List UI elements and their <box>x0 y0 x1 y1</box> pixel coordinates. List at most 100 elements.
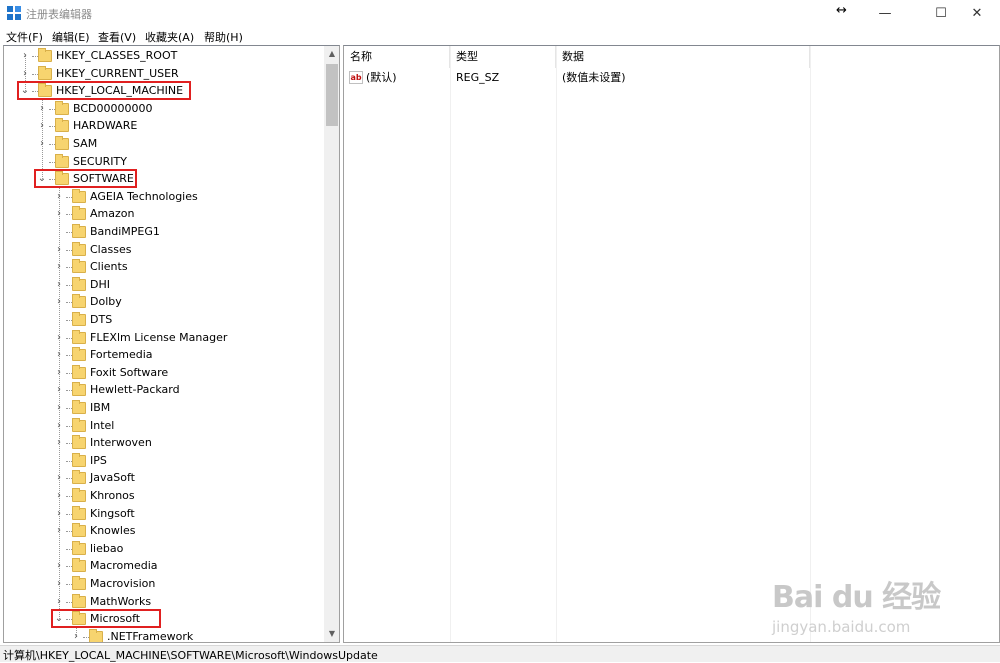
tree-node-label[interactable]: BCD00000000 <box>73 100 153 118</box>
tree-node[interactable]: IPS <box>54 452 334 470</box>
tree-node-label[interactable]: SECURITY <box>73 153 127 171</box>
tree-node-label[interactable]: FLEXlm License Manager <box>90 329 227 347</box>
expand-chevron-icon[interactable]: › <box>54 241 64 259</box>
tree-node-label[interactable]: liebao <box>90 540 123 558</box>
menu-help[interactable]: 帮助(H) <box>204 29 243 45</box>
expand-chevron-icon[interactable]: › <box>71 628 81 642</box>
menu-view[interactable]: 查看(V) <box>98 29 136 45</box>
tree-node-label[interactable]: Interwoven <box>90 434 152 452</box>
tree-node[interactable]: › .NETFramework <box>71 628 339 642</box>
tree-node[interactable]: › Classes <box>54 241 334 259</box>
tree-node-label[interactable]: IBM <box>90 399 110 417</box>
tree-node[interactable]: liebao <box>54 540 334 558</box>
tree-node[interactable]: SECURITY <box>37 153 317 171</box>
tree-node[interactable]: › Knowles <box>54 522 334 540</box>
expand-chevron-icon[interactable]: › <box>54 346 64 364</box>
tree-node-label[interactable]: DTS <box>90 311 112 329</box>
tree-node-label[interactable]: Intel <box>90 417 114 435</box>
column-data-header[interactable]: 数据 <box>556 46 810 68</box>
tree-node[interactable]: › SAM <box>37 135 317 153</box>
tree-node-label[interactable]: Macromedia <box>90 557 158 575</box>
tree-node-label[interactable]: Khronos <box>90 487 135 505</box>
tree-node[interactable]: › BCD00000000 <box>37 100 317 118</box>
expand-chevron-icon[interactable]: › <box>54 188 64 206</box>
tree-node-label[interactable]: IPS <box>90 452 107 470</box>
minimize-button[interactable]: — <box>862 0 908 27</box>
tree-node[interactable]: BandiMPEG1 <box>54 223 334 241</box>
tree-node[interactable]: › JavaSoft <box>54 469 334 487</box>
expand-chevron-icon[interactable]: › <box>54 557 64 575</box>
tree-node[interactable]: › Macromedia <box>54 557 334 575</box>
tree-node-label[interactable]: AGEIA Technologies <box>90 188 198 206</box>
expand-chevron-icon[interactable]: › <box>37 100 47 118</box>
tree-node-label[interactable]: MathWorks <box>90 593 151 611</box>
tree-node[interactable]: › Fortemedia <box>54 346 334 364</box>
tree-node-label[interactable]: Hewlett-Packard <box>90 381 180 399</box>
menu-file[interactable]: 文件(F) <box>6 29 43 45</box>
registry-tree[interactable]: › HKEY_CLASSES_ROOT › HKEY_CURRENT_USER ⌄ HKE… <box>3 45 340 643</box>
expand-chevron-icon[interactable]: › <box>54 417 64 435</box>
expand-chevron-icon[interactable]: › <box>54 276 64 294</box>
expand-chevron-icon[interactable]: › <box>20 47 30 65</box>
value-name[interactable]: (默认) <box>366 69 397 87</box>
tree-node[interactable]: › Hewlett-Packard <box>54 381 334 399</box>
scroll-thumb[interactable] <box>326 64 338 126</box>
tree-node[interactable]: › Kingsoft <box>54 505 334 523</box>
expand-chevron-icon[interactable]: › <box>54 522 64 540</box>
expand-chevron-icon[interactable]: › <box>54 329 64 347</box>
tree-node-label[interactable]: JavaSoft <box>90 469 135 487</box>
tree-node-label[interactable]: Kingsoft <box>90 505 135 523</box>
tree-scrollbar[interactable]: ▲ ▼ <box>324 46 339 642</box>
values-list[interactable]: 名称 类型 数据 ab (默认) REG_SZ (数值未设置) <box>343 45 1000 643</box>
tree-node-label[interactable]: .NETFramework <box>107 628 193 642</box>
expand-chevron-icon[interactable]: › <box>20 65 30 83</box>
expand-chevron-icon[interactable]: › <box>54 293 64 311</box>
tree-node-label[interactable]: HARDWARE <box>73 117 137 135</box>
tree-node-label[interactable]: SAM <box>73 135 97 153</box>
scroll-up-icon[interactable]: ▲ <box>324 46 339 62</box>
tree-node[interactable]: › FLEXlm License Manager <box>54 329 334 347</box>
column-name-header[interactable]: 名称 <box>344 46 450 68</box>
expand-chevron-icon[interactable]: › <box>54 381 64 399</box>
tree-node[interactable]: › Clients <box>54 258 334 276</box>
expand-chevron-icon[interactable]: › <box>54 434 64 452</box>
expand-chevron-icon[interactable]: › <box>54 205 64 223</box>
tree-node-label[interactable]: BandiMPEG1 <box>90 223 160 241</box>
expand-chevron-icon[interactable]: › <box>37 117 47 135</box>
expand-chevron-icon[interactable]: › <box>54 469 64 487</box>
tree-node[interactable]: › Macrovision <box>54 575 334 593</box>
expand-chevron-icon[interactable]: › <box>54 487 64 505</box>
tree-node[interactable]: › Khronos <box>54 487 334 505</box>
tree-node[interactable]: DTS <box>54 311 334 329</box>
column-type-header[interactable]: 类型 <box>450 46 556 68</box>
tree-node-label[interactable]: HKEY_CURRENT_USER <box>56 65 179 83</box>
expand-chevron-icon[interactable]: › <box>54 364 64 382</box>
tree-node-label[interactable]: Classes <box>90 241 131 259</box>
tree-node[interactable]: › Dolby <box>54 293 334 311</box>
tree-node-label[interactable]: Fortemedia <box>90 346 153 364</box>
tree-node[interactable]: › HKEY_CLASSES_ROOT <box>20 47 300 65</box>
expand-chevron-icon[interactable]: › <box>54 505 64 523</box>
tree-node[interactable]: › HARDWARE <box>37 117 317 135</box>
tree-node[interactable]: › Intel <box>54 417 334 435</box>
tree-node-label[interactable]: HKEY_CLASSES_ROOT <box>56 47 177 65</box>
expand-chevron-icon[interactable]: › <box>54 399 64 417</box>
tree-node-label[interactable]: Dolby <box>90 293 122 311</box>
close-button[interactable]: ✕ <box>954 0 1000 27</box>
tree-node[interactable]: › Amazon <box>54 205 334 223</box>
scroll-down-icon[interactable]: ▼ <box>324 626 339 642</box>
tree-node-label[interactable]: Amazon <box>90 205 134 223</box>
tree-node-label[interactable]: Macrovision <box>90 575 155 593</box>
menu-favorites[interactable]: 收藏夹(A) <box>145 29 194 45</box>
expand-chevron-icon[interactable]: › <box>54 258 64 276</box>
tree-node[interactable]: › IBM <box>54 399 334 417</box>
tree-node-label[interactable]: Clients <box>90 258 128 276</box>
tree-node-label[interactable]: Foxit Software <box>90 364 168 382</box>
expand-chevron-icon[interactable]: › <box>37 135 47 153</box>
tree-node[interactable]: › AGEIA Technologies <box>54 188 334 206</box>
tree-node[interactable]: › DHI <box>54 276 334 294</box>
tree-node[interactable]: › HKEY_CURRENT_USER <box>20 65 300 83</box>
expand-chevron-icon[interactable]: › <box>54 593 64 611</box>
tree-node[interactable]: › MathWorks <box>54 593 334 611</box>
tree-node[interactable]: › Foxit Software <box>54 364 334 382</box>
